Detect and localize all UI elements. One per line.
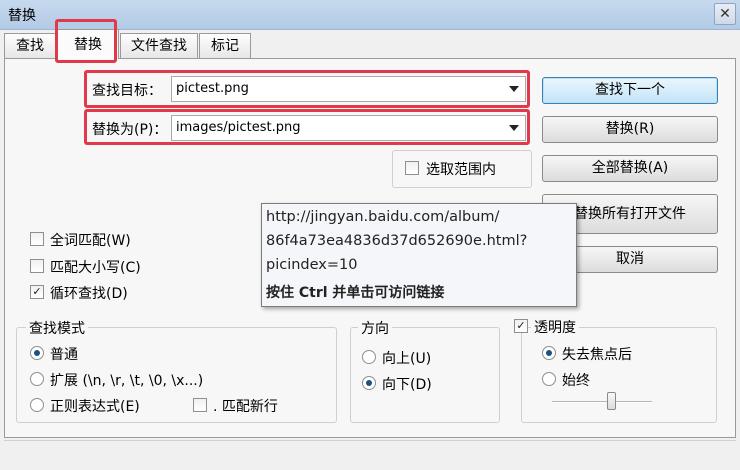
- close-button[interactable]: ✕: [714, 3, 736, 25]
- find-next-button[interactable]: 查找下一个: [542, 77, 718, 104]
- whole-word-checkbox[interactable]: [30, 232, 44, 246]
- transparency-slider-track[interactable]: [552, 401, 652, 403]
- search-mode-normal-radio[interactable]: [30, 346, 44, 360]
- close-icon: ✕: [719, 6, 731, 22]
- transparency-always-radio[interactable]: [542, 372, 556, 386]
- search-mode-title: 查找模式: [26, 318, 88, 338]
- window-title: 替换: [8, 8, 36, 24]
- transparency-slider-thumb[interactable]: [607, 392, 616, 410]
- tab-find-in-files[interactable]: 文件查找: [120, 33, 198, 59]
- transparency-title: 透明度: [531, 317, 579, 337]
- wrap-around-label: 循环查找(D): [50, 286, 128, 302]
- link-tooltip: http://jingyan.baidu.com/album/ 86f4a73e…: [261, 203, 577, 307]
- transparency-checkbox[interactable]: ✓: [514, 319, 528, 333]
- tab-label: 文件查找: [131, 38, 187, 54]
- tab-find[interactable]: 查找: [4, 33, 56, 59]
- search-mode-extended-label: 扩展 (\n, \r, \t, \0, \x...): [50, 373, 204, 389]
- direction-up-label: 向上(U): [382, 351, 432, 367]
- transparency-always-label: 始终: [562, 373, 590, 389]
- dot-matches-newline-label: . 匹配新行: [213, 399, 278, 415]
- tooltip-url-line-2: 86f4a73ea4836d37d652690e.html?: [266, 233, 528, 249]
- in-selection-label: 选取范围内: [426, 162, 496, 178]
- checkmark-icon: ✓: [516, 319, 526, 332]
- highlight-replace-row: [84, 109, 530, 145]
- status-bar: [4, 440, 736, 466]
- direction-up-radio[interactable]: [362, 350, 376, 364]
- tab-label: 标记: [211, 38, 239, 54]
- direction-down-radio[interactable]: [362, 376, 376, 390]
- search-mode-extended-radio[interactable]: [30, 372, 44, 386]
- replace-button[interactable]: 替换(R): [542, 116, 718, 143]
- transparency-on-lose-focus-radio[interactable]: [542, 346, 556, 360]
- search-mode-regex-radio[interactable]: [30, 398, 44, 412]
- wrap-around-checkbox[interactable]: ✓: [30, 285, 44, 299]
- tooltip-url-line-1: http://jingyan.baidu.com/album/: [266, 209, 500, 225]
- highlight-tab-replace: [55, 19, 117, 63]
- match-case-checkbox[interactable]: [30, 259, 44, 273]
- direction-down-label: 向下(D): [382, 377, 432, 393]
- whole-word-label: 全词匹配(W): [50, 233, 131, 249]
- dot-matches-newline-checkbox[interactable]: [193, 398, 207, 412]
- tooltip-hint: 按住 Ctrl 并单击可访问链接: [266, 285, 445, 301]
- tab-mark[interactable]: 标记: [199, 33, 251, 59]
- search-mode-regex-label: 正则表达式(E): [50, 399, 140, 415]
- tab-label: 查找: [16, 38, 44, 54]
- tooltip-url-line-3: picindex=10: [266, 257, 358, 273]
- match-case-label: 匹配大小写(C): [50, 260, 141, 276]
- checkmark-icon: ✓: [32, 285, 42, 298]
- replace-all-button[interactable]: 全部替换(A): [542, 155, 718, 182]
- in-selection-checkbox[interactable]: [405, 161, 419, 175]
- highlight-find-row: [84, 70, 530, 108]
- direction-title: 方向: [358, 318, 392, 338]
- search-mode-normal-label: 普通: [50, 347, 78, 363]
- transparency-on-lose-focus-label: 失去焦点后: [562, 347, 632, 363]
